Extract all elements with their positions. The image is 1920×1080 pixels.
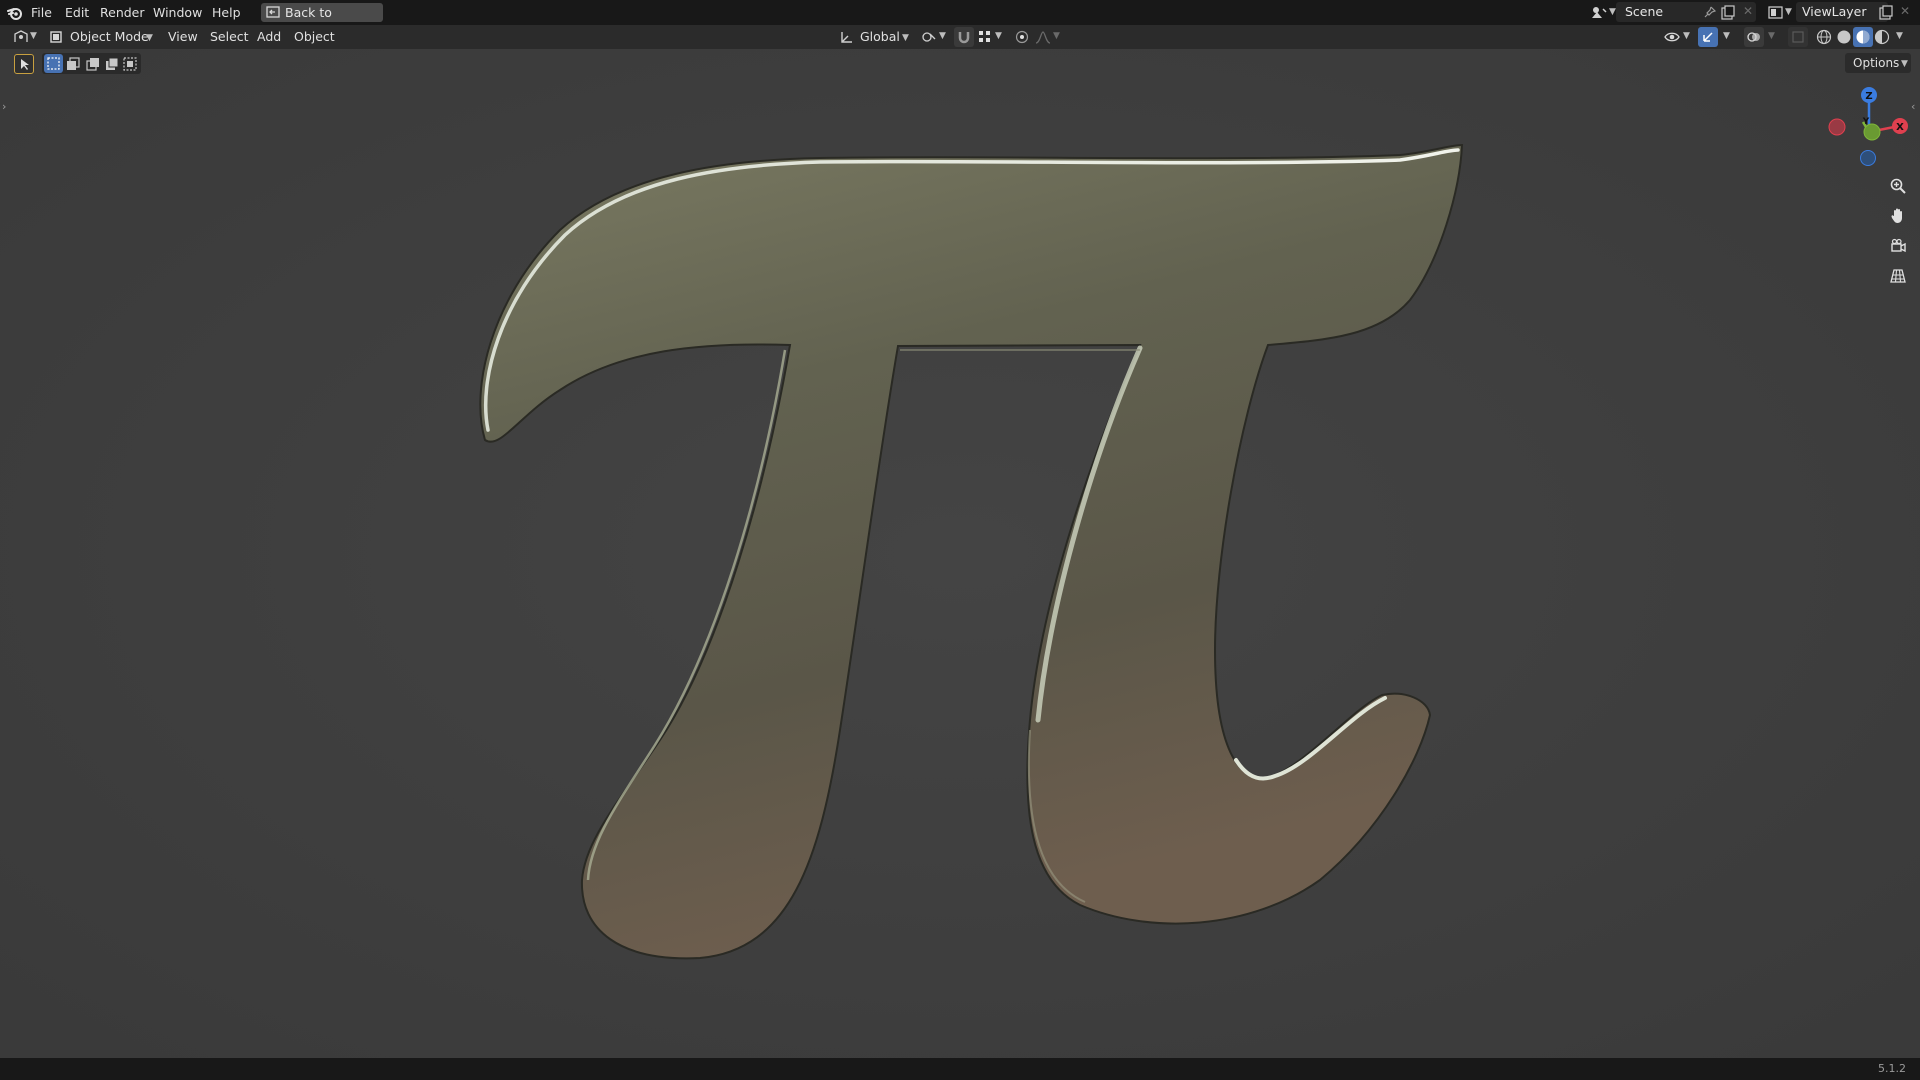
- orientation-label: Global: [860, 29, 900, 44]
- pivot-point-icon[interactable]: [921, 30, 937, 44]
- magnet-icon: [958, 32, 970, 44]
- select-invert-icon[interactable]: [105, 57, 119, 71]
- xray-toggle[interactable]: [1788, 27, 1808, 47]
- top-menu-bar: File Edit Render Window Help Back to Pre…: [0, 0, 1920, 39]
- menu-add[interactable]: Add: [257, 27, 281, 47]
- orientation-chevron-icon: ▼: [902, 33, 909, 43]
- menu-help[interactable]: Help: [212, 0, 241, 25]
- axis-y-label: Y: [1862, 117, 1870, 127]
- select-tool-button[interactable]: [14, 54, 34, 74]
- new-view-layer-icon[interactable]: [1879, 5, 1893, 20]
- viewport-header: ▼ Object Mode ▼ View Select Add Object G…: [0, 25, 1920, 49]
- navigation-gizmo[interactable]: Z X Y: [1820, 82, 1920, 172]
- scene-icon[interactable]: [1591, 5, 1607, 20]
- menu-view[interactable]: View: [168, 27, 198, 47]
- view-layer-field[interactable]: ViewLayer: [1796, 2, 1888, 22]
- pin-icon[interactable]: [1704, 6, 1716, 18]
- menu-edit[interactable]: Edit: [65, 0, 89, 25]
- status-bar: 5.1.2: [0, 1058, 1920, 1080]
- scene-field[interactable]: Scene: [1616, 2, 1756, 22]
- proportional-edit-icon[interactable]: [1015, 30, 1029, 44]
- pan-button[interactable]: [1884, 202, 1912, 230]
- delete-scene-icon[interactable]: ✕: [1743, 4, 1753, 18]
- mode-chevron-icon: ▼: [146, 33, 153, 43]
- new-scene-icon[interactable]: [1721, 5, 1735, 20]
- axis-x-label: X: [1896, 122, 1904, 133]
- select-new-icon: [47, 57, 60, 70]
- rendered-shading-icon[interactable]: [1874, 29, 1890, 45]
- editor-type-icon[interactable]: [13, 30, 29, 44]
- pivot-chevron-icon[interactable]: ▼: [939, 31, 946, 41]
- back-icon: [266, 6, 280, 18]
- wireframe-shading-icon[interactable]: [1816, 29, 1832, 45]
- hand-icon: [1891, 208, 1902, 223]
- select-mode-new-button[interactable]: [44, 54, 63, 73]
- view-layer-icon[interactable]: [1768, 5, 1783, 20]
- snap-target-icon[interactable]: [978, 30, 992, 44]
- axis-neg-x-handle[interactable]: [1828, 118, 1846, 136]
- scene-name: Scene: [1625, 4, 1664, 19]
- material-shading-icon: [1856, 30, 1870, 44]
- view-layer-chevron-icon[interactable]: ▼: [1785, 7, 1792, 17]
- cursor-icon: [21, 59, 29, 70]
- selection-mode-group: [42, 53, 141, 74]
- viewport[interactable]: [0, 0, 1920, 1080]
- orientation-icon: [841, 32, 852, 43]
- gizmo-toggle[interactable]: [1698, 27, 1718, 47]
- back-to-previous-button[interactable]: Back to Previous: [261, 3, 383, 39]
- axis-z-label: Z: [1865, 91, 1872, 102]
- select-subtract-icon[interactable]: [86, 57, 100, 71]
- snap-chevron-icon[interactable]: ▼: [995, 31, 1002, 41]
- material-preview-toggle[interactable]: [1853, 27, 1873, 47]
- options-chevron-icon: ▼: [1901, 59, 1908, 69]
- view-layer-name: ViewLayer: [1802, 4, 1867, 19]
- transform-orientation-selector[interactable]: Global ▼: [838, 27, 914, 47]
- overlays-icon: [1747, 32, 1760, 42]
- version-label: 5.1.2: [1878, 1062, 1906, 1075]
- overlays-chevron-icon[interactable]: ▼: [1768, 31, 1775, 41]
- editor-type-chevron-icon[interactable]: ▼: [30, 31, 37, 41]
- select-intersect-icon[interactable]: [123, 57, 137, 71]
- shading-chevron-icon[interactable]: ▼: [1896, 31, 1903, 41]
- mode-selector[interactable]: Object Mode ▼: [48, 27, 156, 47]
- snap-toggle[interactable]: [954, 27, 974, 47]
- scene-chevron-icon[interactable]: ▼: [1609, 7, 1616, 17]
- xray-icon: [1792, 31, 1804, 43]
- camera-view-button[interactable]: [1884, 232, 1912, 260]
- menu-window[interactable]: Window: [153, 0, 202, 25]
- zoom-button[interactable]: [1884, 172, 1912, 200]
- menu-object[interactable]: Object: [294, 27, 335, 47]
- camera-icon: [1891, 238, 1906, 253]
- falloff-icon[interactable]: [1035, 30, 1051, 44]
- zoom-icon: [1890, 178, 1906, 194]
- select-extend-icon[interactable]: [66, 57, 80, 71]
- falloff-chevron-icon[interactable]: ▼: [1053, 31, 1060, 41]
- toolbar-expand-icon[interactable]: ›: [2, 100, 6, 113]
- delete-view-layer-icon[interactable]: ✕: [1900, 4, 1910, 18]
- overlays-toggle[interactable]: [1744, 27, 1764, 47]
- menu-select[interactable]: Select: [210, 27, 249, 47]
- blender-logo-icon[interactable]: [7, 5, 23, 21]
- menu-file[interactable]: File: [31, 0, 52, 25]
- mode-label: Object Mode: [70, 29, 149, 44]
- options-dropdown[interactable]: Options ▼: [1845, 53, 1911, 73]
- solid-shading-icon[interactable]: [1836, 29, 1852, 45]
- gizmo-chevron-icon[interactable]: ▼: [1723, 31, 1730, 41]
- object-mode-icon: [50, 31, 62, 43]
- axis-neg-z-handle[interactable]: [1860, 150, 1876, 166]
- gizmo-icon: [1703, 32, 1713, 42]
- menu-render[interactable]: Render: [100, 0, 145, 25]
- perspective-toggle-button[interactable]: [1884, 262, 1912, 290]
- options-label: Options: [1853, 56, 1900, 70]
- visibility-icon[interactable]: [1664, 30, 1680, 44]
- grid-perspective-icon: [1890, 269, 1906, 283]
- visibility-chevron-icon[interactable]: ▼: [1683, 31, 1690, 41]
